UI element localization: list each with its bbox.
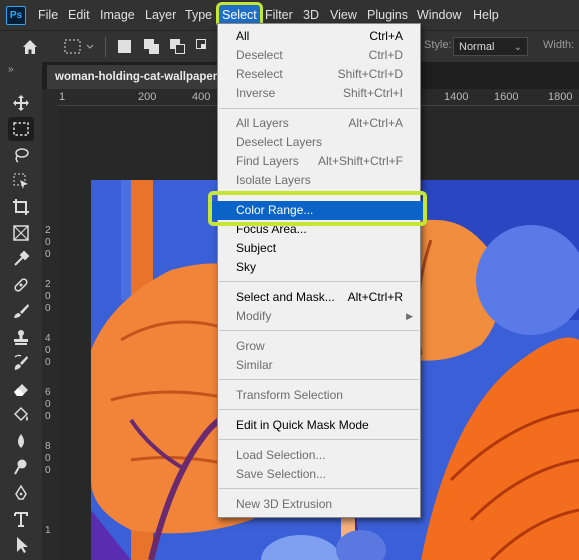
ruler-tick: 4 — [45, 333, 51, 344]
add-selection-icon[interactable] — [142, 37, 162, 57]
ruler-tick: 0 — [45, 399, 51, 410]
divider — [105, 37, 106, 57]
ruler-tick: 0 — [45, 465, 51, 476]
menu-item-new-3d-extrusion[interactable]: New 3D Extrusion — [218, 495, 420, 514]
ruler-tick: 1600 — [494, 91, 519, 103]
dodge-icon[interactable] — [8, 455, 34, 479]
width-label: Width: — [543, 39, 575, 51]
ruler-tick: 200 — [138, 91, 157, 103]
menu-item-grow[interactable]: Grow — [218, 337, 420, 356]
pen-icon[interactable] — [8, 481, 34, 505]
stamp-icon[interactable] — [8, 325, 34, 349]
menu-item-inverse[interactable]: Inverse Shift+Ctrl+I — [218, 84, 420, 103]
home-icon[interactable] — [20, 37, 40, 57]
vertical-ruler[interactable]: 2 0 0 2 0 0 4 0 0 6 0 0 8 0 0 1 — [42, 105, 59, 560]
menu-item-load-selection[interactable]: Load Selection... — [218, 446, 420, 465]
menu-item-sky[interactable]: Sky — [218, 258, 420, 277]
healing-icon[interactable] — [8, 273, 34, 297]
ruler-tick: 0 — [45, 453, 51, 464]
select-menu-dropdown: All Ctrl+A Deselect Ctrl+D Reselect Shift+C… — [209, 23, 428, 518]
ruler-tick: 2 — [45, 279, 51, 290]
ruler-tick: 1 — [59, 91, 66, 103]
menu-item-color-range[interactable]: Color Range... — [209, 201, 428, 220]
style-label: Style: — [424, 39, 452, 51]
menu-separator — [219, 439, 419, 440]
menu-help[interactable]: Help — [473, 0, 499, 30]
menu-item-focus-area[interactable]: Focus Area... — [218, 220, 420, 239]
bucket-icon[interactable] — [8, 403, 34, 427]
menu-item-deselect[interactable]: Deselect Ctrl+D — [218, 46, 420, 65]
menu-item-reselect[interactable]: Reselect Shift+Ctrl+D — [218, 65, 420, 84]
menu-file[interactable]: File — [38, 0, 58, 30]
frame-icon[interactable] — [8, 221, 34, 245]
menu-select[interactable]: Select — [216, 2, 263, 28]
ruler-tick: 1400 — [444, 91, 469, 103]
eyedropper-icon[interactable] — [8, 247, 34, 271]
style-select[interactable]: Normal ⌄ — [453, 37, 528, 56]
blur-icon[interactable] — [8, 429, 34, 453]
menu-item-isolate-layers[interactable]: Isolate Layers — [218, 171, 420, 190]
ruler-tick: 0 — [45, 291, 51, 302]
menu-separator — [219, 281, 419, 282]
ruler-tick: 0 — [45, 303, 51, 314]
menu-separator — [219, 194, 419, 195]
type-icon[interactable] — [8, 507, 34, 531]
menu-item-all-layers[interactable]: All Layers Alt+Ctrl+A — [218, 114, 420, 133]
new-selection-icon[interactable] — [115, 37, 135, 57]
marquee-preset-icon[interactable] — [63, 37, 97, 57]
crop-icon[interactable] — [8, 195, 34, 219]
marquee-icon[interactable] — [8, 117, 34, 141]
menu-item-subject[interactable]: Subject — [218, 239, 420, 258]
intersect-selection-icon[interactable] — [194, 37, 214, 57]
menu-item-all[interactable]: All Ctrl+A — [218, 27, 420, 46]
menu-item-select-and-mask[interactable]: Select and Mask... Alt+Ctrl+R — [218, 288, 420, 307]
collapse-toolbox-icon[interactable]: » — [8, 64, 14, 75]
ruler-tick: 1800 — [548, 91, 573, 103]
menu-item-find-layers[interactable]: Find Layers Alt+Shift+Ctrl+F — [218, 152, 420, 171]
menu-item-transform-selection[interactable]: Transform Selection — [218, 386, 420, 405]
ruler-origin[interactable] — [42, 89, 58, 105]
ruler-tick: 2 — [45, 225, 51, 236]
ruler-tick: 400 — [192, 91, 211, 103]
menu-image[interactable]: Image — [100, 0, 135, 30]
menu-edit[interactable]: Edit — [68, 0, 90, 30]
ruler-tick: 6 — [45, 387, 51, 398]
submenu-arrow-icon: ▶ — [406, 311, 413, 321]
brush-icon[interactable] — [8, 299, 34, 323]
object-select-icon[interactable] — [8, 169, 34, 193]
menu-item-similar[interactable]: Similar — [218, 356, 420, 375]
ruler-tick: 0 — [45, 249, 51, 260]
path-select-icon[interactable] — [8, 533, 34, 557]
ruler-tick: 8 — [45, 441, 51, 452]
ruler-tick: 0 — [45, 357, 51, 368]
menu-separator — [219, 409, 419, 410]
move-icon[interactable] — [8, 91, 34, 115]
lasso-icon[interactable] — [8, 143, 34, 167]
menu-layer[interactable]: Layer — [145, 0, 176, 30]
ruler-tick: 1 — [45, 525, 51, 536]
menu-item-modify[interactable]: Modify ▶ — [218, 307, 420, 326]
menu-separator — [219, 379, 419, 380]
toolbox: » — [0, 62, 43, 560]
history-brush-icon[interactable] — [8, 351, 34, 375]
eraser-icon[interactable] — [8, 377, 34, 401]
menu-separator — [219, 330, 419, 331]
ruler-tick: 0 — [45, 345, 51, 356]
menu-window[interactable]: Window — [417, 0, 461, 30]
menu-type[interactable]: Type — [185, 0, 212, 30]
photoshop-logo[interactable]: Ps — [6, 6, 26, 25]
menu-item-save-selection[interactable]: Save Selection... — [218, 465, 420, 484]
ruler-tick: 0 — [45, 411, 51, 422]
subtract-selection-icon[interactable] — [168, 37, 188, 57]
menu-separator — [219, 488, 419, 489]
menu-item-quick-mask[interactable]: Edit in Quick Mask Mode — [218, 416, 420, 435]
document-tab[interactable]: woman-holding-cat-wallpaper.j — [47, 65, 237, 89]
menu-separator — [219, 108, 419, 109]
menu-item-deselect-layers[interactable]: Deselect Layers — [218, 133, 420, 152]
ruler-tick: 0 — [45, 237, 51, 248]
